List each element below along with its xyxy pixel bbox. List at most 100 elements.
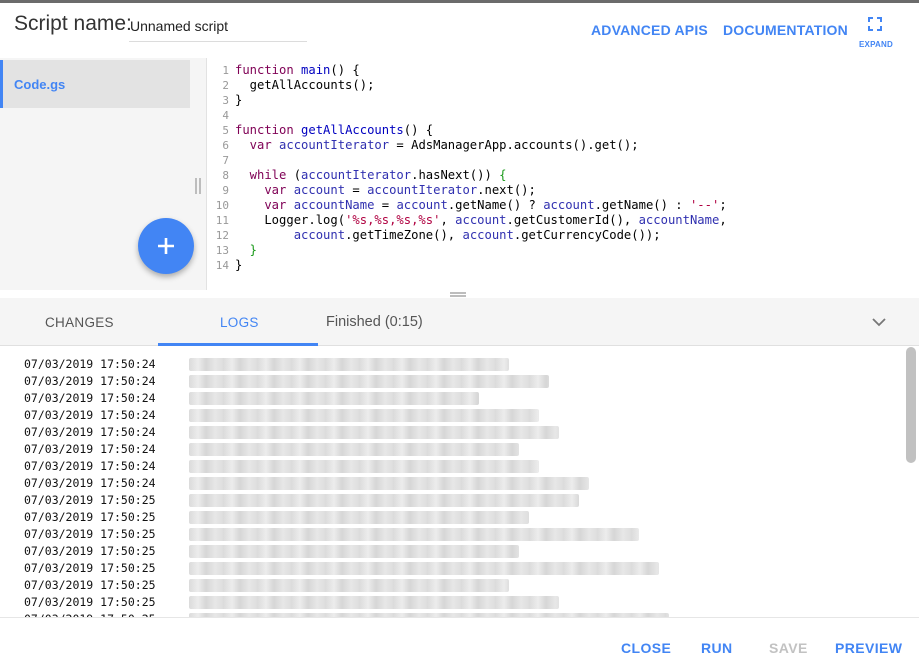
file-sidebar: Code.gs <box>0 58 207 290</box>
tab-changes[interactable]: CHANGES <box>45 315 114 330</box>
log-panel[interactable]: 07/03/2019 17:50:24 07/03/2019 17:50:24 07… <box>0 347 919 617</box>
line-number: 1 <box>222 64 229 77</box>
preview-button[interactable]: PREVIEW <box>835 640 902 656</box>
log-timestamp: 07/03/2019 17:50:25 <box>24 561 156 575</box>
add-file-button[interactable] <box>138 218 194 274</box>
redacted-log-message <box>189 545 519 558</box>
redacted-log-message <box>189 494 579 507</box>
line-number: 7 <box>222 154 229 167</box>
code-editor[interactable]: 1 function main() { 2 getAllAccounts(); 3… <box>208 63 919 289</box>
code-line: 9 var account = accountIterator.next(); <box>208 183 535 198</box>
advanced-apis-button[interactable]: ADVANCED APIS <box>591 22 708 38</box>
log-entry: 07/03/2019 17:50:25 <box>0 560 900 577</box>
panel-resize-handle[interactable] <box>450 292 466 297</box>
script-name-input[interactable]: Unnamed script <box>129 15 307 42</box>
close-button[interactable]: CLOSE <box>621 640 671 656</box>
code-line: 6 var accountIterator = AdsManagerApp.ac… <box>208 138 638 153</box>
log-timestamp: 07/03/2019 17:50:24 <box>24 442 156 456</box>
line-number: 4 <box>222 109 229 122</box>
code-line: 4 <box>208 108 235 123</box>
redacted-log-message <box>189 579 509 592</box>
redacted-log-message <box>189 511 529 524</box>
log-entry: 07/03/2019 17:50:24 <box>0 458 900 475</box>
log-entry: 07/03/2019 17:50:25 <box>0 543 900 560</box>
file-item-code-gs[interactable]: Code.gs <box>0 60 190 108</box>
log-timestamp: 07/03/2019 17:50:25 <box>24 544 156 558</box>
log-entry: 07/03/2019 17:50:25 <box>0 526 900 543</box>
line-number: 5 <box>222 124 229 137</box>
redacted-log-message <box>189 443 519 456</box>
script-header: Script name: Unnamed script ADVANCED API… <box>0 3 919 58</box>
line-number: 10 <box>215 199 229 212</box>
run-button[interactable]: RUN <box>701 640 733 656</box>
code-line: 1 function main() { <box>208 63 359 78</box>
sidebar-resize-handle[interactable] <box>195 178 201 194</box>
expand-icon <box>868 17 882 31</box>
save-button: SAVE <box>769 640 808 656</box>
script-name-label: Script name: <box>14 12 132 35</box>
log-entry: 07/03/2019 17:50:24 <box>0 373 900 390</box>
log-entry: 07/03/2019 17:50:24 <box>0 390 900 407</box>
line-number: 6 <box>222 139 229 152</box>
log-entry: 07/03/2019 17:50:25 <box>0 577 900 594</box>
log-entry: 07/03/2019 17:50:24 <box>0 407 900 424</box>
code-line: 7 <box>208 153 235 168</box>
line-number: 13 <box>215 244 229 257</box>
tab-logs[interactable]: LOGS <box>220 315 259 330</box>
log-timestamp: 07/03/2019 17:50:24 <box>24 357 156 371</box>
redacted-log-message <box>189 375 549 388</box>
log-timestamp: 07/03/2019 17:50:25 <box>24 595 156 609</box>
log-timestamp: 07/03/2019 17:50:24 <box>24 425 156 439</box>
code-line: 8 while (accountIterator.hasNext()) { <box>208 168 506 183</box>
chevron-down-icon[interactable] <box>869 313 889 331</box>
redacted-log-message <box>189 358 509 371</box>
log-timestamp: 07/03/2019 17:50:25 <box>24 493 156 507</box>
code-line: 5 function getAllAccounts() { <box>208 123 433 138</box>
output-tabs: CHANGES LOGS Finished (0:15) <box>0 298 919 346</box>
editor-area: Code.gs 1 function main() { 2 getAllAccou… <box>0 58 919 290</box>
code-line: 13 } <box>208 243 257 258</box>
log-entry: 07/03/2019 17:50:25 <box>0 492 900 509</box>
line-number: 3 <box>222 94 229 107</box>
log-timestamp: 07/03/2019 17:50:25 <box>24 578 156 592</box>
code-line: 11 Logger.log('%s,%s,%s,%s', account.get… <box>208 213 727 228</box>
documentation-button[interactable]: DOCUMENTATION <box>723 22 848 38</box>
line-number: 12 <box>215 229 229 242</box>
code-line: 2 getAllAccounts(); <box>208 78 374 93</box>
log-entry: 07/03/2019 17:50:24 <box>0 424 900 441</box>
line-number: 11 <box>215 214 229 227</box>
code-line: 3} <box>208 93 242 108</box>
line-number: 8 <box>222 169 229 182</box>
line-number: 14 <box>215 259 229 272</box>
file-item-label: Code.gs <box>14 77 66 92</box>
log-entry: 07/03/2019 17:50:25 <box>0 594 900 611</box>
redacted-log-message <box>189 426 559 439</box>
log-entry: 07/03/2019 17:50:24 <box>0 356 900 373</box>
log-entry: 07/03/2019 17:50:25 <box>0 509 900 526</box>
redacted-log-message <box>189 477 589 490</box>
active-tab-indicator <box>158 343 318 346</box>
redacted-log-message <box>189 562 659 575</box>
log-timestamp: 07/03/2019 17:50:24 <box>24 374 156 388</box>
log-timestamp: 07/03/2019 17:50:24 <box>24 476 156 490</box>
code-line: 12 account.getTimeZone(), account.getCur… <box>208 228 661 243</box>
code-line: 10 var accountName = account.getName() ?… <box>208 198 727 213</box>
line-number: 9 <box>222 184 229 197</box>
plus-icon <box>158 238 174 254</box>
redacted-log-message <box>189 596 559 609</box>
redacted-log-message <box>189 392 479 405</box>
redacted-log-message <box>189 409 539 422</box>
log-timestamp: 07/03/2019 17:50:25 <box>24 527 156 541</box>
redacted-log-message <box>189 460 539 473</box>
log-scrollbar[interactable] <box>906 347 916 463</box>
redacted-log-message <box>189 528 639 541</box>
log-timestamp: 07/03/2019 17:50:24 <box>24 391 156 405</box>
line-number: 2 <box>222 79 229 92</box>
expand-label: EXPAND <box>859 40 893 49</box>
log-timestamp: 07/03/2019 17:50:24 <box>24 408 156 422</box>
dialog-footer: CLOSE RUN SAVE PREVIEW <box>0 617 919 671</box>
run-status: Finished (0:15) <box>326 314 423 330</box>
log-timestamp: 07/03/2019 17:50:24 <box>24 459 156 473</box>
expand-button[interactable]: EXPAND <box>856 15 896 51</box>
code-line: 14} <box>208 258 243 273</box>
